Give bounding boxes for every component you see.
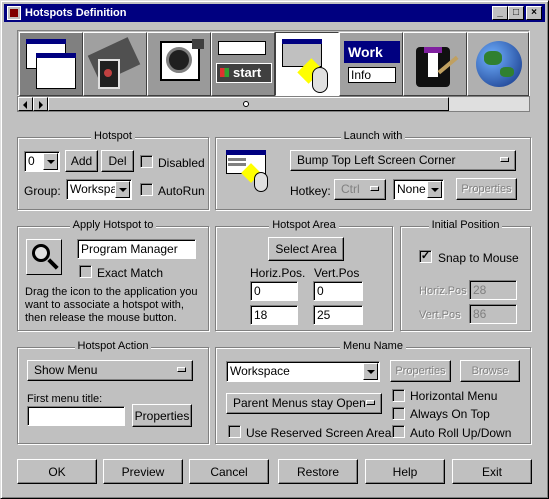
camera-icon[interactable]: [147, 32, 211, 96]
scroll-right-icon[interactable]: [33, 97, 48, 111]
globe-icon[interactable]: [467, 32, 529, 96]
target-app-field[interactable]: Program Manager: [77, 239, 196, 259]
tuxedo-icon[interactable]: [403, 32, 467, 96]
film-reel-icon[interactable]: [83, 32, 147, 96]
work-text: Work: [344, 41, 400, 63]
autorun-label: AutoRun: [158, 184, 205, 198]
hotspot-number-value: 0: [28, 154, 35, 168]
auto-roll-checkbox[interactable]: [392, 425, 405, 438]
preview-button[interactable]: Preview: [103, 459, 183, 484]
menu-name-value: Workspace: [230, 364, 290, 378]
exact-match-label: Exact Match: [97, 266, 164, 280]
hotkey-label: Hotkey:: [290, 184, 331, 198]
autorun-checkbox[interactable]: [140, 183, 153, 196]
reserved-area-label: Use Reserved Screen Area: [246, 426, 392, 440]
area-vpos-label: Vert.Pos: [314, 266, 360, 280]
chevron-down-icon[interactable]: [363, 363, 378, 380]
area-hpos-label: Horiz.Pos.: [250, 266, 306, 280]
start-button-icon[interactable]: start: [211, 32, 275, 96]
hotspot-number-select[interactable]: 0: [24, 151, 60, 172]
area-vpos-1-field[interactable]: 0: [313, 281, 363, 301]
parent-menus-select[interactable]: Parent Menus stay Open: [226, 393, 382, 414]
menu-name-select[interactable]: Workspace: [226, 361, 380, 382]
scroll-left-icon[interactable]: [18, 97, 33, 111]
info-window-icon[interactable]: Work Info: [339, 32, 403, 96]
select-area-button[interactable]: Select Area: [268, 237, 344, 261]
auto-roll-label: Auto Roll Up/Down: [410, 426, 512, 440]
exit-button[interactable]: Exit: [452, 459, 532, 484]
scroll-thumb[interactable]: [48, 97, 449, 111]
launch-trigger-value: Bump Top Left Screen Corner: [297, 153, 456, 167]
menu-properties-button[interactable]: Properties: [390, 360, 451, 382]
ok-button[interactable]: OK: [17, 459, 97, 484]
chevron-down-icon[interactable]: [43, 153, 58, 170]
disabled-label: Disabled: [158, 156, 205, 170]
app-icon[interactable]: [7, 6, 21, 20]
popup-marker-icon: [370, 186, 379, 191]
reserved-area-checkbox[interactable]: [228, 425, 241, 438]
disabled-checkbox[interactable]: [140, 155, 153, 168]
area-hpos-2-field[interactable]: 18: [250, 305, 298, 325]
snap-to-mouse-checkbox[interactable]: ✓: [419, 250, 432, 263]
hotkey-key-value: None: [397, 182, 426, 196]
add-button[interactable]: Add: [65, 150, 98, 172]
hotspot-caption: Hotspot: [91, 130, 135, 142]
initial-vpos-field[interactable]: 86: [469, 304, 517, 324]
launch-trigger-icon: [226, 150, 278, 192]
chevron-down-icon[interactable]: [427, 181, 442, 198]
action-caption: Hotspot Action: [74, 340, 152, 352]
info-text: Info: [348, 67, 396, 83]
title-bar[interactable]: Hotspots Definition _ □ ×: [4, 4, 545, 22]
popup-marker-icon: [366, 400, 375, 405]
launch-properties-button[interactable]: Properties: [456, 178, 517, 200]
initial-caption: Initial Position: [428, 219, 503, 231]
initial-hpos-label: Horiz.Pos: [419, 285, 467, 297]
first-menu-title-field[interactable]: [27, 406, 125, 426]
chevron-down-icon[interactable]: [115, 181, 130, 198]
first-menu-title-label: First menu title:: [27, 393, 103, 405]
always-on-top-checkbox[interactable]: [392, 407, 405, 420]
hotspot-thumbnail-strip: start Work Info: [17, 30, 530, 96]
hotspot-action-value: Show Menu: [34, 363, 98, 377]
horizontal-menu-checkbox[interactable]: [392, 389, 405, 402]
popup-marker-icon: [500, 157, 509, 162]
window-title: Hotspots Definition: [25, 7, 127, 19]
del-button[interactable]: Del: [101, 150, 134, 172]
browse-button[interactable]: Browse: [460, 360, 520, 382]
group-select[interactable]: Workspac: [66, 179, 132, 200]
restore-button[interactable]: Restore: [278, 459, 358, 484]
maximize-icon[interactable]: □: [508, 6, 524, 20]
apply-hint-text: Drag the icon to the application you wan…: [25, 286, 198, 324]
area-caption: Hotspot Area: [269, 219, 339, 231]
help-button[interactable]: Help: [365, 459, 445, 484]
apply-caption: Apply Hotspot to: [69, 219, 157, 231]
snap-to-mouse-label: Snap to Mouse: [438, 251, 519, 265]
hotspot-corner-icon[interactable]: [275, 32, 339, 96]
initial-vpos-label: Vert.Pos: [419, 309, 461, 321]
parent-menus-value: Parent Menus stay Open: [233, 396, 366, 410]
windows-menu-icon[interactable]: [19, 32, 83, 96]
horizontal-menu-label: Horizontal Menu: [410, 389, 498, 403]
hotkey-key-select[interactable]: None: [393, 179, 444, 200]
hotspot-action-select[interactable]: Show Menu: [27, 360, 193, 381]
action-properties-button[interactable]: Properties: [132, 404, 192, 427]
exact-match-checkbox[interactable]: [79, 265, 92, 278]
cancel-button[interactable]: Cancel: [189, 459, 269, 484]
area-vpos-2-field[interactable]: 25: [313, 305, 363, 325]
group-label: Group:: [24, 184, 61, 198]
menu-caption: Menu Name: [340, 340, 406, 352]
initial-hpos-field[interactable]: 28: [469, 280, 517, 300]
hotkey-modifier-value: Ctrl: [341, 182, 360, 196]
always-on-top-label: Always On Top: [410, 407, 490, 421]
thumbnail-scrollbar[interactable]: [17, 96, 530, 112]
popup-marker-icon: [177, 367, 186, 372]
launch-trigger-select[interactable]: Bump Top Left Screen Corner: [290, 150, 516, 171]
launch-caption: Launch with: [340, 130, 406, 142]
minimize-icon[interactable]: _: [492, 6, 508, 20]
close-icon[interactable]: ×: [526, 6, 542, 20]
area-hpos-1-field[interactable]: 0: [250, 281, 298, 301]
magnifier-drag-icon[interactable]: [26, 239, 62, 275]
hotkey-modifier-select[interactable]: Ctrl: [334, 179, 386, 200]
